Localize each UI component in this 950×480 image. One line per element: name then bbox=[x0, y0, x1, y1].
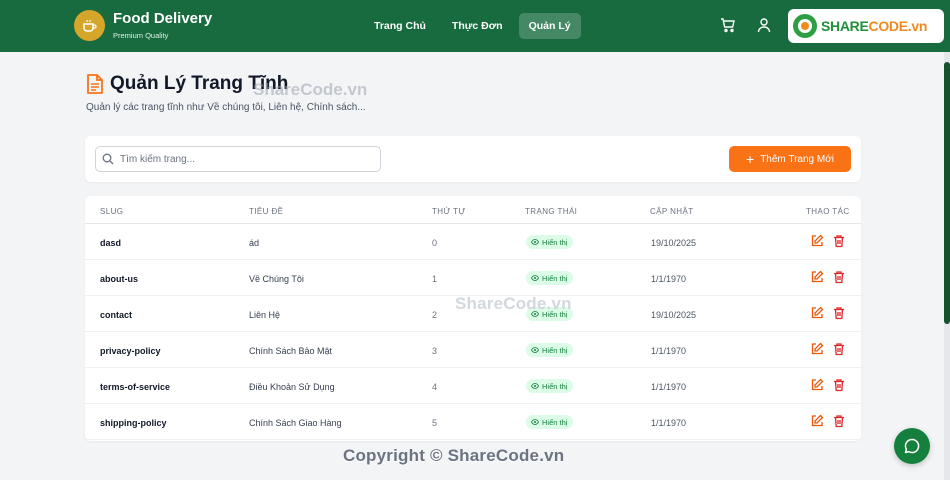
eye-icon bbox=[531, 238, 539, 247]
sharecode-logo-icon bbox=[793, 14, 817, 38]
cell-slug: dasd bbox=[100, 238, 122, 248]
cell-updated: 1/1/1970 bbox=[651, 382, 687, 392]
chat-button[interactable] bbox=[894, 428, 930, 464]
table-row: shipping-policy Chính Sách Giao Hàng 5 H… bbox=[85, 404, 861, 440]
add-page-button[interactable]: + Thêm Trang Mới bbox=[729, 146, 851, 172]
cell-order: 2 bbox=[432, 310, 438, 320]
main-nav: Trang Chủ Thực Đơn Quản Lý bbox=[364, 13, 581, 39]
table-row: dasd ád 0 Hiển thị 19/10/2025 bbox=[85, 224, 861, 260]
col-status[interactable]: TRẠNG THÁI bbox=[525, 207, 577, 216]
cell-order: 4 bbox=[432, 382, 438, 392]
delete-icon[interactable] bbox=[832, 378, 846, 392]
nav-home[interactable]: Trang Chủ bbox=[364, 13, 436, 39]
toolbar-card: + Thêm Trang Mới bbox=[85, 136, 861, 182]
edit-icon[interactable] bbox=[810, 342, 824, 356]
chat-bubble-icon bbox=[904, 438, 920, 454]
cell-title: Chính Sách Bảo Mật bbox=[249, 346, 333, 356]
col-slug[interactable]: SLUG bbox=[100, 207, 123, 216]
eye-icon bbox=[531, 274, 539, 283]
cell-order: 1 bbox=[432, 274, 438, 284]
delete-icon[interactable] bbox=[832, 342, 846, 356]
cell-updated: 1/1/1970 bbox=[651, 274, 687, 284]
cell-order: 5 bbox=[432, 418, 438, 428]
cell-updated: 1/1/1970 bbox=[651, 418, 687, 428]
delete-icon[interactable] bbox=[832, 270, 846, 284]
page-scrollbar[interactable] bbox=[944, 52, 950, 480]
cell-title: ád bbox=[249, 238, 260, 248]
search-input[interactable] bbox=[120, 153, 360, 165]
cell-updated: 1/1/1970 bbox=[651, 346, 687, 356]
status-badge: Hiển thị bbox=[526, 343, 574, 357]
status-badge: Hiển thị bbox=[526, 235, 574, 249]
delete-icon[interactable] bbox=[832, 234, 846, 248]
watermark-copyright: Copyright © ShareCode.vn bbox=[343, 446, 565, 465]
edit-icon[interactable] bbox=[810, 414, 824, 428]
edit-icon[interactable] bbox=[810, 306, 824, 320]
search-icon bbox=[102, 153, 114, 165]
add-page-label: Thêm Trang Mới bbox=[760, 153, 834, 165]
table-header: SLUG TIÊU ĐỀ THỨ TỰ TRẠNG THÁI CẬP NHẬT … bbox=[85, 196, 861, 224]
edit-icon[interactable] bbox=[810, 378, 824, 392]
cell-slug: terms-of-service bbox=[100, 382, 171, 392]
edit-icon[interactable] bbox=[810, 270, 824, 284]
top-navbar: Food Delivery Premium Quality Trang Chủ … bbox=[0, 0, 950, 52]
sharecode-logo-text: SHARECODE.vn bbox=[821, 18, 928, 34]
watermark-center: ShareCode.vn bbox=[455, 294, 572, 313]
pages-table: SLUG TIÊU ĐỀ THỨ TỰ TRẠNG THÁI CẬP NHẬT … bbox=[85, 196, 861, 441]
page-subtitle: Quản lý các trang tĩnh như Về chúng tôi,… bbox=[86, 102, 366, 113]
delete-icon[interactable] bbox=[832, 414, 846, 428]
col-updated[interactable]: CẬP NHẬT bbox=[650, 207, 694, 216]
table-row: terms-of-service Điều Khoản Sử Dụng 4 Hi… bbox=[85, 368, 861, 404]
cell-title: Về Chúng Tôi bbox=[249, 274, 304, 284]
status-badge: Hiển thị bbox=[526, 271, 574, 285]
sharecode-logo: SHARECODE.vn bbox=[788, 9, 944, 43]
cell-title: Điều Khoản Sử Dụng bbox=[249, 382, 335, 392]
col-title[interactable]: TIÊU ĐỀ bbox=[249, 207, 283, 216]
col-order[interactable]: THỨ TỰ bbox=[432, 207, 466, 216]
table-row: privacy-policy Chính Sách Bảo Mật 3 Hiển… bbox=[85, 332, 861, 368]
eye-icon bbox=[531, 346, 539, 355]
delete-icon[interactable] bbox=[832, 306, 846, 320]
brand-name: Food Delivery bbox=[113, 10, 213, 27]
nav-menu[interactable]: Thực Đơn bbox=[442, 13, 513, 39]
search-box[interactable] bbox=[95, 146, 381, 172]
cell-title: Liên Hệ bbox=[249, 310, 281, 320]
eye-icon bbox=[531, 418, 539, 427]
cell-title: Chính Sách Giao Hàng bbox=[249, 418, 342, 428]
plus-icon: + bbox=[746, 151, 755, 167]
watermark-title-overlay: ShareCode.vn bbox=[253, 80, 368, 99]
edit-icon[interactable] bbox=[810, 234, 824, 248]
document-icon bbox=[87, 74, 103, 94]
cell-order: 0 bbox=[432, 238, 438, 248]
cell-slug: privacy-policy bbox=[100, 346, 161, 356]
status-badge: Hiển thị bbox=[526, 415, 574, 429]
user-icon[interactable] bbox=[756, 17, 772, 33]
brand-tagline: Premium Quality bbox=[113, 31, 169, 40]
cell-updated: 19/10/2025 bbox=[651, 310, 697, 320]
cell-slug: shipping-policy bbox=[100, 418, 167, 428]
eye-icon bbox=[531, 382, 539, 391]
col-actions: THAO TÁC bbox=[806, 207, 850, 216]
cart-icon[interactable] bbox=[720, 17, 736, 33]
status-badge: Hiển thị bbox=[526, 379, 574, 393]
cell-slug: contact bbox=[100, 310, 133, 320]
cell-slug: about-us bbox=[100, 274, 138, 284]
coffee-cup-logo-icon[interactable] bbox=[74, 10, 105, 41]
brand[interactable]: Food Delivery Premium Quality bbox=[113, 10, 212, 42]
nav-management[interactable]: Quản Lý bbox=[518, 13, 581, 39]
cell-updated: 19/10/2025 bbox=[651, 238, 697, 248]
cell-order: 3 bbox=[432, 346, 438, 356]
table-row: about-us Về Chúng Tôi 1 Hiển thị 1/1/197… bbox=[85, 260, 861, 296]
scrollbar-thumb[interactable] bbox=[944, 62, 950, 324]
